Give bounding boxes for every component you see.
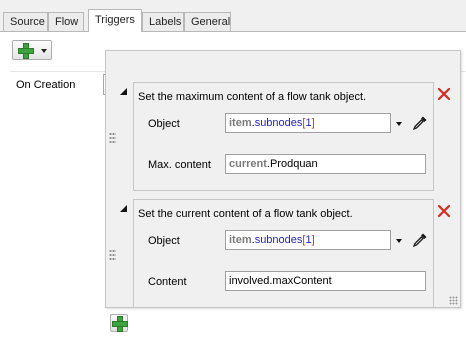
- content-field[interactable]: involved.maxContent: [225, 271, 426, 291]
- code-text: .Prodquan: [266, 158, 318, 170]
- add-trigger-button[interactable]: [12, 40, 52, 60]
- close-icon[interactable]: [436, 86, 452, 102]
- tab-label: Labels: [149, 16, 182, 28]
- collapse-triangle-icon[interactable]: [120, 205, 127, 212]
- code-bracket: ]: [311, 117, 315, 129]
- plus-icon: [18, 43, 34, 59]
- add-option-button[interactable]: [110, 314, 128, 332]
- close-icon[interactable]: [436, 203, 452, 219]
- eyedropper-icon[interactable]: [412, 232, 428, 248]
- collapse-triangle-icon[interactable]: [120, 88, 127, 95]
- drag-handle-icon[interactable]: [109, 132, 116, 144]
- tab-general[interactable]: General: [184, 12, 231, 31]
- block-title: Set the maximum content of a flow tank o…: [138, 91, 367, 103]
- tab-label: Flow: [55, 16, 79, 28]
- resize-grip-icon[interactable]: [449, 296, 458, 305]
- code-keyword: item: [229, 234, 252, 246]
- code-text: involved.maxContent: [229, 275, 332, 287]
- code-member: subnodes: [254, 117, 303, 129]
- eyedropper-icon[interactable]: [412, 115, 428, 131]
- tab-triggers[interactable]: Triggers: [88, 9, 142, 32]
- max-content-field[interactable]: current.Prodquan: [225, 154, 426, 174]
- code-keyword: current: [229, 158, 267, 170]
- chevron-down-icon: [41, 49, 47, 53]
- code-keyword: item: [229, 117, 252, 129]
- plus-icon: [112, 316, 128, 332]
- tab-label: Source: [10, 16, 45, 28]
- option-block-1: Set the maximum content of a flow tank o…: [120, 82, 434, 191]
- trigger-label: On Creation: [16, 79, 76, 91]
- object-label: Object: [148, 235, 180, 247]
- tab-label: Triggers: [95, 14, 135, 26]
- tab-label: General: [191, 16, 231, 28]
- trigger-options-panel: Set the maximum content of a flow tank o…: [105, 50, 461, 332]
- option-block-2: Set the current content of a flow tank o…: [120, 199, 434, 308]
- object-field[interactable]: item.subnodes[1]: [225, 113, 391, 133]
- object-field[interactable]: item.subnodes[1]: [225, 230, 391, 250]
- tab-labels[interactable]: Labels: [142, 12, 184, 31]
- object-label: Object: [148, 118, 180, 130]
- tab-source[interactable]: Source: [3, 12, 48, 31]
- code-member: subnodes: [254, 234, 303, 246]
- chevron-down-icon[interactable]: [396, 239, 402, 243]
- block-title: Set the current content of a flow tank o…: [138, 208, 353, 220]
- drag-handle-icon[interactable]: [109, 249, 116, 261]
- max-content-label: Max. content: [148, 159, 211, 171]
- chevron-down-icon[interactable]: [396, 122, 402, 126]
- tab-flow[interactable]: Flow: [48, 12, 84, 31]
- tab-bar: Source Flow Triggers Labels General: [0, 0, 466, 32]
- content-label: Content: [148, 276, 187, 288]
- code-bracket: ]: [311, 234, 315, 246]
